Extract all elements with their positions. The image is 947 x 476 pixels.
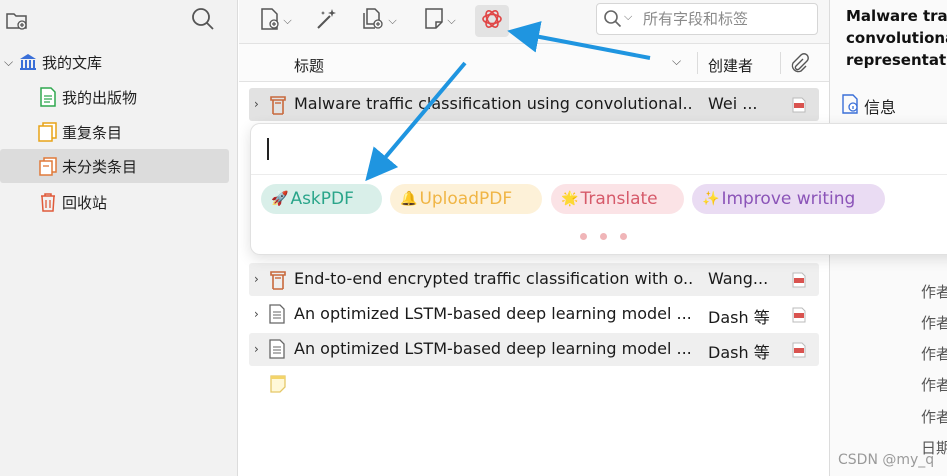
meta-label: 作者	[921, 408, 947, 426]
chip-label: Translate	[580, 189, 658, 209]
sidebar-item-label: 我的出版物	[62, 88, 138, 107]
column-title[interactable]: 标题	[294, 55, 324, 76]
row-title: An optimized LSTM-based deep learning mo…	[294, 339, 692, 358]
table-row[interactable]: › End-to-end encrypted traffic classific…	[249, 263, 819, 296]
translate-chip[interactable]: 🌟 Translate	[551, 184, 684, 214]
watermark: CSDN @my_q	[838, 452, 935, 468]
document-icon	[269, 304, 289, 326]
magic-wand-icon	[315, 7, 339, 35]
chevron-right-icon[interactable]: ›	[254, 306, 266, 322]
sidebar-item-duplicates[interactable]: 重复条目	[38, 117, 228, 147]
info-tab-label: 信息	[864, 98, 897, 117]
chevron-right-icon[interactable]: ›	[254, 341, 266, 357]
new-item-button[interactable]: ⌵	[255, 5, 297, 37]
divider	[251, 174, 947, 175]
sidebar: ⌵ 我的文库 我的出版物 重复条目 未分类条目 回收站	[0, 0, 238, 476]
document-icon	[269, 339, 289, 361]
table-row[interactable]: › An optimized LSTM-based deep learning …	[249, 298, 819, 331]
search-box[interactable]: ⌵	[596, 3, 818, 35]
chevron-down-icon[interactable]: ⌵	[624, 10, 632, 24]
table-row[interactable]	[249, 368, 819, 401]
sort-chevron-icon[interactable]: ⌵	[672, 54, 681, 69]
duplicate-icon	[38, 122, 58, 142]
row-title: End-to-end encrypted traffic classificat…	[294, 269, 694, 288]
new-note-icon	[424, 8, 444, 34]
sidebar-item-label: 重复条目	[62, 123, 123, 142]
table-row[interactable]: › Malware traffic classification using c…	[249, 88, 819, 121]
row-author: Dash 等	[708, 308, 770, 327]
sidebar-item-label: 我的文库	[42, 53, 103, 72]
meta-label: 作者	[921, 376, 947, 394]
search-icon[interactable]	[603, 9, 623, 33]
row-author: Wei ...	[708, 94, 758, 113]
chevron-down-icon[interactable]: ⌵	[4, 55, 18, 70]
sidebar-item-my-publications[interactable]: 我的出版物	[38, 82, 228, 112]
chip-label: UploadPDF	[419, 189, 513, 209]
chevron-down-icon: ⌵	[447, 14, 456, 27]
book-section-icon	[269, 269, 289, 291]
sidebar-item-unfiled[interactable]: 未分类条目	[0, 149, 229, 183]
new-item-icon	[260, 8, 280, 34]
paperclip-icon[interactable]	[789, 53, 809, 79]
row-author: Dash 等	[708, 343, 770, 362]
folder-plus-icon[interactable]	[5, 8, 29, 32]
chevron-down-icon: ⌵	[283, 14, 292, 27]
chip-label: Improve writing	[721, 189, 856, 209]
chevron-right-icon[interactable]: ›	[254, 271, 266, 287]
sidebar-item-label: 未分类条目	[62, 157, 138, 176]
library-icon	[18, 52, 38, 72]
pdf-icon[interactable]	[792, 272, 806, 288]
item-title: Malware traf convolutiona representatio	[846, 7, 947, 69]
gpt-popup: 🚀 AskPDF 🔔 UploadPDF 🌟 Translate ✨ Impro…	[250, 123, 947, 255]
chip-label: AskPDF	[290, 189, 354, 209]
trash-icon	[38, 192, 58, 212]
uploadpdf-chip[interactable]: 🔔 UploadPDF	[390, 184, 542, 214]
add-attachment-button[interactable]: ⌵	[357, 5, 401, 37]
chevron-right-icon[interactable]: ›	[254, 96, 266, 112]
chatgpt-button[interactable]	[475, 5, 509, 37]
sidebar-item-trash[interactable]: 回收站	[38, 187, 228, 217]
sidebar-item-label: 回收站	[62, 193, 108, 212]
row-title: Malware traffic classification using con…	[294, 94, 694, 113]
table-row[interactable]: › An optimized LSTM-based deep learning …	[249, 333, 819, 366]
add-attachment-icon	[361, 8, 385, 34]
row-author: Wang...	[708, 269, 769, 288]
column-creator[interactable]: 创建者	[708, 55, 753, 76]
info-section-header[interactable]: 信息	[842, 94, 896, 118]
prompt-input[interactable]	[265, 134, 947, 176]
meta-label: 作者	[921, 345, 947, 363]
sparkles-icon: ✨	[702, 191, 720, 207]
book-section-icon	[269, 94, 289, 116]
info-icon	[842, 94, 860, 118]
chevron-down-icon: ⌵	[388, 14, 397, 27]
search-icon[interactable]	[190, 6, 216, 32]
chatgpt-icon	[480, 7, 504, 35]
bell-icon: 🔔	[400, 191, 418, 207]
rocket-icon: 🚀	[271, 191, 289, 207]
text-caret	[267, 138, 269, 160]
meta-label: 作者	[921, 283, 947, 301]
unfiled-icon	[38, 156, 58, 176]
askpdf-chip[interactable]: 🚀 AskPDF	[261, 184, 382, 214]
meta-label: 作者	[921, 314, 947, 332]
pdf-icon[interactable]	[792, 97, 806, 113]
column-header: 标题 ⌵ 创建者	[239, 44, 829, 82]
star-icon: 🌟	[561, 191, 579, 207]
pdf-icon[interactable]	[792, 307, 806, 323]
magic-wand-button[interactable]	[311, 5, 343, 37]
sidebar-item-my-library[interactable]: ⌵ 我的文库	[4, 47, 224, 77]
note-icon	[269, 374, 289, 396]
new-note-button[interactable]: ⌵	[419, 5, 461, 37]
improve-writing-chip[interactable]: ✨ Improve writing	[692, 184, 885, 214]
search-input[interactable]	[643, 4, 813, 34]
document-icon	[38, 87, 58, 107]
row-title: An optimized LSTM-based deep learning mo…	[294, 304, 692, 323]
toolbar: ⌵ ⌵ ⌵ ⌵	[239, 0, 829, 44]
pdf-icon[interactable]	[792, 342, 806, 358]
